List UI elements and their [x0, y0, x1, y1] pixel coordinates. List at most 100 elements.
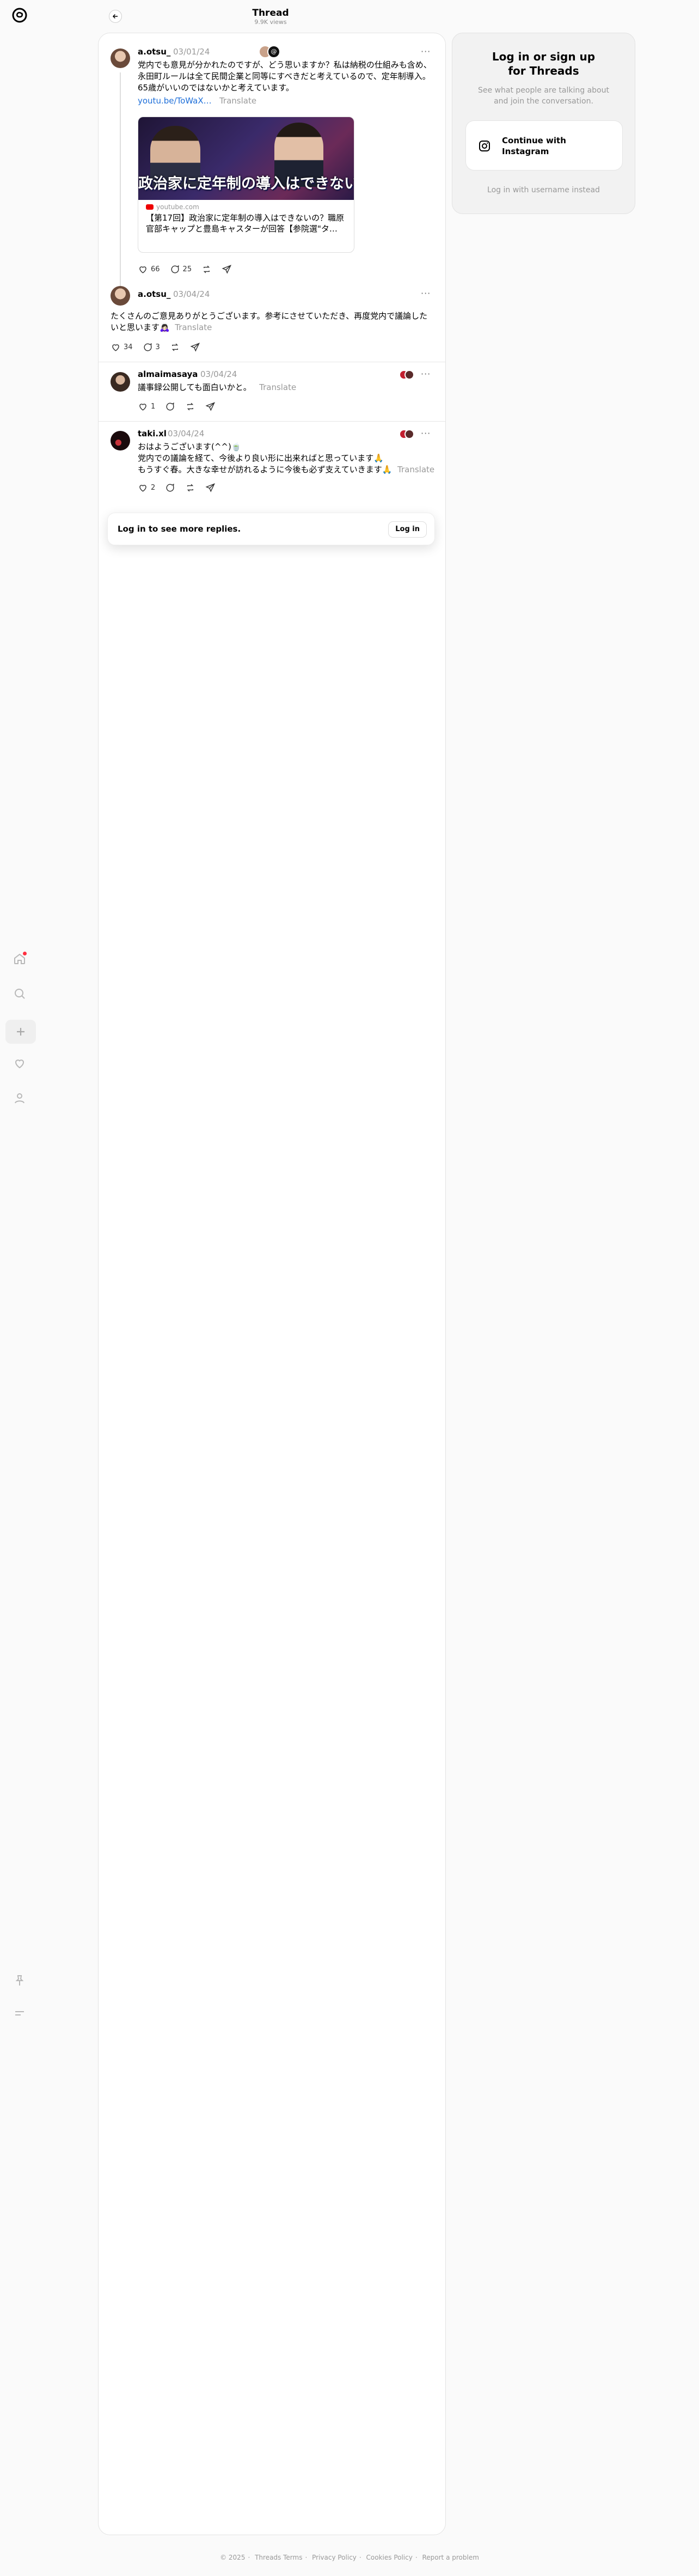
continue-with-instagram-button[interactable]: Continue with Instagram [465, 120, 623, 170]
login-card-title: Log in or sign up for Threads [492, 50, 596, 77]
reply-icon [171, 265, 179, 273]
participant-avatars [399, 370, 415, 381]
thread-card: a.otsu_ 03/01/24 @ ··· 党内でも意見が分かれたのですが、ど… [98, 33, 446, 2535]
like-icon [112, 344, 119, 351]
reply-icon [166, 483, 174, 492]
share-icon [205, 402, 216, 411]
share-button[interactable] [205, 401, 216, 412]
login-signup-card: Log in or sign up for Threads See what pe… [452, 33, 635, 214]
like-button[interactable]: 2 [138, 483, 155, 493]
post-username[interactable]: a.otsu_ [138, 289, 170, 299]
threads-logo-icon[interactable] [11, 7, 28, 24]
footer-privacy-link[interactable]: Privacy Policy [312, 2554, 357, 2561]
post-text: 議事録公開しても面白いかと。 Translate [138, 382, 297, 392]
like-button[interactable]: 66 [138, 264, 160, 275]
instagram-icon [479, 141, 490, 151]
reply-button[interactable]: 25 [170, 264, 192, 275]
post-username[interactable]: almaimasaya [138, 369, 198, 379]
post-date[interactable]: 03/01/24 [173, 47, 210, 57]
footer-terms-link[interactable]: Threads Terms [255, 2554, 302, 2561]
thread-line [120, 72, 121, 301]
post-actions: 66 25 [138, 264, 232, 275]
like-button[interactable]: 34 [111, 342, 133, 352]
post-actions: 34 3 [111, 342, 200, 352]
page-title: Thread [252, 8, 289, 19]
participant-avatars: @ [259, 45, 283, 59]
like-button[interactable]: 1 [138, 401, 155, 412]
more-options-icon[interactable]: ··· [421, 428, 431, 439]
home-icon[interactable] [11, 950, 28, 967]
avatar[interactable] [111, 372, 130, 392]
post-username[interactable]: a.otsu_ [138, 47, 170, 57]
footer: © 2025 · Threads Terms · Privacy Policy · C… [220, 2554, 479, 2561]
post-date[interactable]: 03/04/24 [168, 429, 204, 439]
like-icon [139, 485, 146, 492]
search-icon[interactable] [11, 985, 28, 1002]
more-options-icon[interactable]: ··· [421, 288, 431, 299]
post-text: 党内でも意見が分かれたのですが、どう思いますか？私は納税の仕組みも含め、 永田町ル… [138, 60, 432, 93]
post-text: おはようございます(^^)🍵 党内での議論を経て、今後より良い形に出来ればと思っ… [138, 442, 435, 474]
left-sidebar [0, 0, 39, 2576]
post-date[interactable]: 03/04/24 [200, 369, 237, 379]
translate-link[interactable]: Translate [219, 96, 256, 106]
repost-icon [187, 403, 194, 411]
more-options-icon[interactable]: ··· [421, 369, 431, 379]
more-options-icon[interactable]: ··· [421, 46, 431, 57]
share-button[interactable] [205, 483, 216, 493]
instagram-button-label: Continue with [502, 136, 566, 145]
translate-link[interactable]: Translate [175, 322, 212, 332]
reply-icon [166, 402, 174, 411]
preview-title: 【第17回】政治家に定年制の導入はできないの？職原 官部キャップと豊島キャスターが… [146, 213, 345, 234]
profile-icon[interactable] [11, 1089, 28, 1107]
repost-icon [171, 343, 179, 351]
footer-copyright: © 2025 [220, 2554, 246, 2561]
footer-cookies-link[interactable]: Cookies Policy [366, 2554, 413, 2561]
post-link-row: youtu.be/ToWaX… Translate [138, 95, 256, 107]
repost-icon [187, 484, 194, 492]
repost-button[interactable] [201, 264, 212, 275]
video-thumbnail: 政治家に定年制の導入はできないの [138, 117, 354, 200]
footer-report-link[interactable]: Report a problem [422, 2554, 479, 2561]
login-button[interactable]: Log in [388, 521, 427, 538]
pin-icon[interactable] [11, 1972, 28, 1989]
notification-dot [23, 952, 27, 955]
post-date[interactable]: 03/04/24 [173, 289, 210, 299]
share-button[interactable] [190, 342, 200, 352]
repost-button[interactable] [185, 401, 195, 412]
post-username[interactable]: taki.xl [138, 429, 167, 439]
thumbnail-caption: 政治家に定年制の導入はできないの [138, 175, 354, 192]
participant-avatars [399, 429, 415, 440]
post-actions: 2 [138, 483, 216, 493]
heart-icon[interactable] [11, 1055, 28, 1072]
plus-icon[interactable] [5, 1020, 36, 1044]
post-text: たくさんのご意見ありがとうございます。参考にさせていただき、再度党内で議論した … [111, 311, 428, 332]
youtube-icon [146, 204, 154, 210]
share-icon [190, 343, 200, 352]
reply-button[interactable] [165, 401, 175, 412]
share-button[interactable] [222, 264, 232, 275]
view-count: 9.9K views [254, 19, 287, 26]
reply-button[interactable] [165, 483, 175, 493]
share-icon [222, 265, 232, 274]
repost-button[interactable] [185, 483, 195, 493]
share-icon [205, 483, 216, 492]
post-actions: 1 [138, 401, 216, 412]
translate-link[interactable]: Translate [397, 465, 434, 474]
repost-icon [203, 265, 210, 273]
reply-icon [144, 343, 152, 351]
username-login-link[interactable]: Log in with username instead [452, 186, 635, 194]
login-prompt-text: Log in to see more replies. [118, 524, 241, 534]
repost-button[interactable] [170, 342, 180, 352]
avatar[interactable] [111, 286, 130, 306]
translate-link[interactable]: Translate [259, 382, 296, 392]
like-icon [139, 266, 146, 273]
reply-button[interactable]: 3 [143, 342, 160, 352]
post-link[interactable]: youtu.be/ToWaX… [138, 96, 212, 106]
avatar[interactable] [111, 48, 130, 68]
like-icon [139, 404, 146, 411]
avatar[interactable] [111, 431, 130, 450]
login-prompt-banner: Log in to see more replies. Log in [107, 513, 435, 545]
menu-icon[interactable] [11, 2005, 28, 2022]
link-preview-card[interactable]: 政治家に定年制の導入はできないの youtube.com 【第17回】政治家に定… [138, 117, 354, 253]
login-card-subtitle: See what people are talking about and joi… [478, 86, 609, 106]
